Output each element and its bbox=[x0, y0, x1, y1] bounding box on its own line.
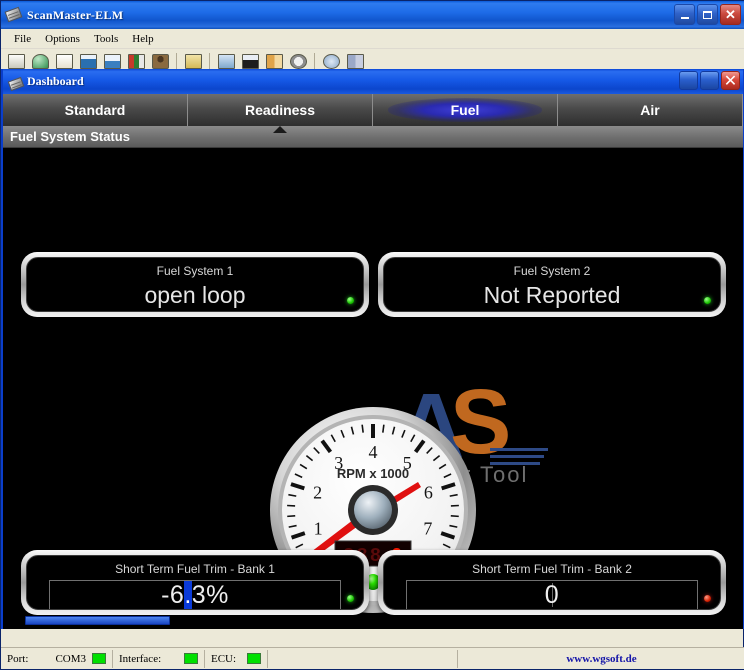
gauge-tick-label: 7 bbox=[423, 519, 432, 539]
fuel-trim-bank-2-label: Short Term Fuel Trim - Bank 2 bbox=[472, 562, 632, 576]
fuel-system-2-value: Not Reported bbox=[483, 282, 621, 308]
menu-item-tools[interactable]: Tools bbox=[87, 31, 125, 47]
fuel-trim-bank-2-panel: Short Term Fuel Trim - Bank 2 0 bbox=[378, 550, 726, 615]
tab-readiness-label: Readiness bbox=[244, 102, 316, 118]
toolbar-separator bbox=[209, 52, 210, 70]
status-port: Port: COM3 bbox=[1, 649, 113, 668]
status-website: www.wgsoft.de bbox=[458, 650, 744, 668]
fuel-system-1-value: open loop bbox=[144, 282, 246, 308]
fuel-trim-bank-2-value: 0 bbox=[544, 580, 560, 609]
tab-fuel[interactable]: Fuel bbox=[373, 94, 558, 126]
fuel-trim-bank-1-status-led bbox=[347, 595, 354, 602]
fuel-system-1-panel: Fuel System 1 open loop bbox=[21, 252, 369, 317]
app-chip-icon bbox=[4, 6, 23, 23]
website-link[interactable]: www.wgsoft.de bbox=[566, 653, 636, 665]
gauge-icon bbox=[289, 53, 307, 69]
status-interface-label: Interface: bbox=[119, 652, 162, 665]
app-titlebar: ScanMaster-ELM ✕ bbox=[1, 1, 744, 29]
fuel-trim-bank-1-label: Short Term Fuel Trim - Bank 1 bbox=[115, 562, 275, 576]
status-ecu: ECU: bbox=[205, 649, 268, 668]
tab-standard[interactable]: Standard bbox=[3, 94, 188, 126]
dashboard-close-button[interactable]: ✕ bbox=[721, 71, 740, 90]
status-port-value: COM3 bbox=[55, 652, 86, 665]
window-data-icon bbox=[103, 53, 121, 69]
status-ecu-label: ECU: bbox=[211, 652, 237, 665]
dashboard-titlebar: Dashboard ✕ bbox=[3, 69, 743, 94]
tab-air[interactable]: Air bbox=[558, 94, 743, 126]
app-close-button[interactable]: ✕ bbox=[720, 4, 741, 25]
gauge-tick-label: 2 bbox=[313, 483, 322, 503]
fuel-system-2-panel: Fuel System 2 Not Reported bbox=[378, 252, 726, 317]
tab-standard-label: Standard bbox=[64, 102, 126, 118]
gauge-tick-label: 4 bbox=[369, 442, 378, 462]
app-window-controls: ✕ bbox=[674, 4, 741, 25]
statusbar-icon bbox=[241, 53, 259, 69]
fuel-trim-bank-1-field[interactable]: -6.3% bbox=[49, 580, 341, 609]
menu-item-options[interactable]: Options bbox=[38, 31, 87, 47]
gauge-tick-label: 6 bbox=[424, 483, 433, 503]
fuel-trim-bank-2-status-led bbox=[704, 595, 711, 602]
dashboard-window: Dashboard ✕ Standard Readiness Fuel Air … bbox=[1, 69, 744, 629]
monitor-icon bbox=[217, 53, 235, 69]
horizontal-scrollbar[interactable] bbox=[3, 615, 743, 629]
globe-icon bbox=[31, 53, 49, 69]
fuel-trim-bank-1-panel: Short Term Fuel Trim - Bank 1 -6.3% bbox=[21, 550, 369, 615]
watermark-lines-icon bbox=[490, 448, 548, 469]
app-minimize-button[interactable] bbox=[674, 4, 695, 25]
app-maximize-button[interactable] bbox=[697, 4, 718, 25]
dashboard-minimize-button[interactable] bbox=[679, 71, 698, 90]
ecu-status-led bbox=[247, 653, 261, 664]
status-spacer bbox=[268, 649, 458, 668]
report-icon bbox=[55, 53, 73, 69]
toolbar-separator bbox=[314, 52, 315, 70]
fuel-system-2-status-led bbox=[704, 297, 711, 304]
tab-fuel-label: Fuel bbox=[450, 102, 480, 118]
status-port-label: Port: bbox=[7, 652, 29, 665]
window-list-icon bbox=[79, 53, 97, 69]
fuel-system-1-status-led bbox=[347, 297, 354, 304]
application-window: ScanMaster-ELM ✕ File Options Tools Help bbox=[0, 0, 744, 670]
fuel-system-1-label: Fuel System 1 bbox=[156, 264, 234, 278]
fuel-system-2-label: Fuel System 2 bbox=[513, 264, 591, 278]
user-icon bbox=[151, 53, 169, 69]
trash-icon bbox=[7, 53, 25, 69]
menu-item-file[interactable]: File bbox=[7, 31, 38, 47]
info-icon bbox=[322, 53, 340, 69]
toolbar-separator bbox=[176, 52, 177, 70]
port-status-led bbox=[92, 653, 106, 664]
status-interface: Interface: bbox=[113, 649, 205, 668]
interface-status-led bbox=[184, 653, 198, 664]
book-icon bbox=[265, 53, 283, 69]
dashboard-title: Dashboard bbox=[27, 74, 84, 88]
scrollbar-thumb[interactable] bbox=[25, 616, 170, 625]
dashboard-window-controls: ✕ bbox=[679, 71, 740, 90]
tab-air-label: Air bbox=[640, 102, 660, 118]
fuel-trim-bank-2-field[interactable]: 0 bbox=[406, 580, 698, 609]
dashboard-maximize-button[interactable] bbox=[700, 71, 719, 90]
dashboard-tabbar: Standard Readiness Fuel Air bbox=[3, 94, 743, 133]
chart-icon bbox=[127, 53, 145, 69]
print-icon bbox=[184, 53, 202, 69]
gauge-unit-label: RPM x 1000 bbox=[337, 466, 409, 481]
app-menubar: File Options Tools Help bbox=[1, 29, 744, 49]
fuel-trim-bank-1-value: -6.3% bbox=[161, 580, 229, 609]
gauge-tick-label: 1 bbox=[314, 519, 323, 539]
app-title: ScanMaster-ELM bbox=[27, 7, 124, 22]
exit-icon bbox=[346, 53, 364, 69]
tab-readiness[interactable]: Readiness bbox=[188, 94, 373, 126]
dashboard-body: A S Auto Scanner Tool Fuel System 1 open… bbox=[3, 148, 743, 629]
menu-item-help[interactable]: Help bbox=[125, 31, 160, 47]
active-tab-marker-icon bbox=[273, 126, 287, 133]
dashboard-chip-icon bbox=[7, 76, 25, 91]
status-bar: Port: COM3 Interface: ECU: www.wgsoft.de bbox=[1, 647, 744, 669]
section-header: Fuel System Status bbox=[3, 126, 743, 148]
